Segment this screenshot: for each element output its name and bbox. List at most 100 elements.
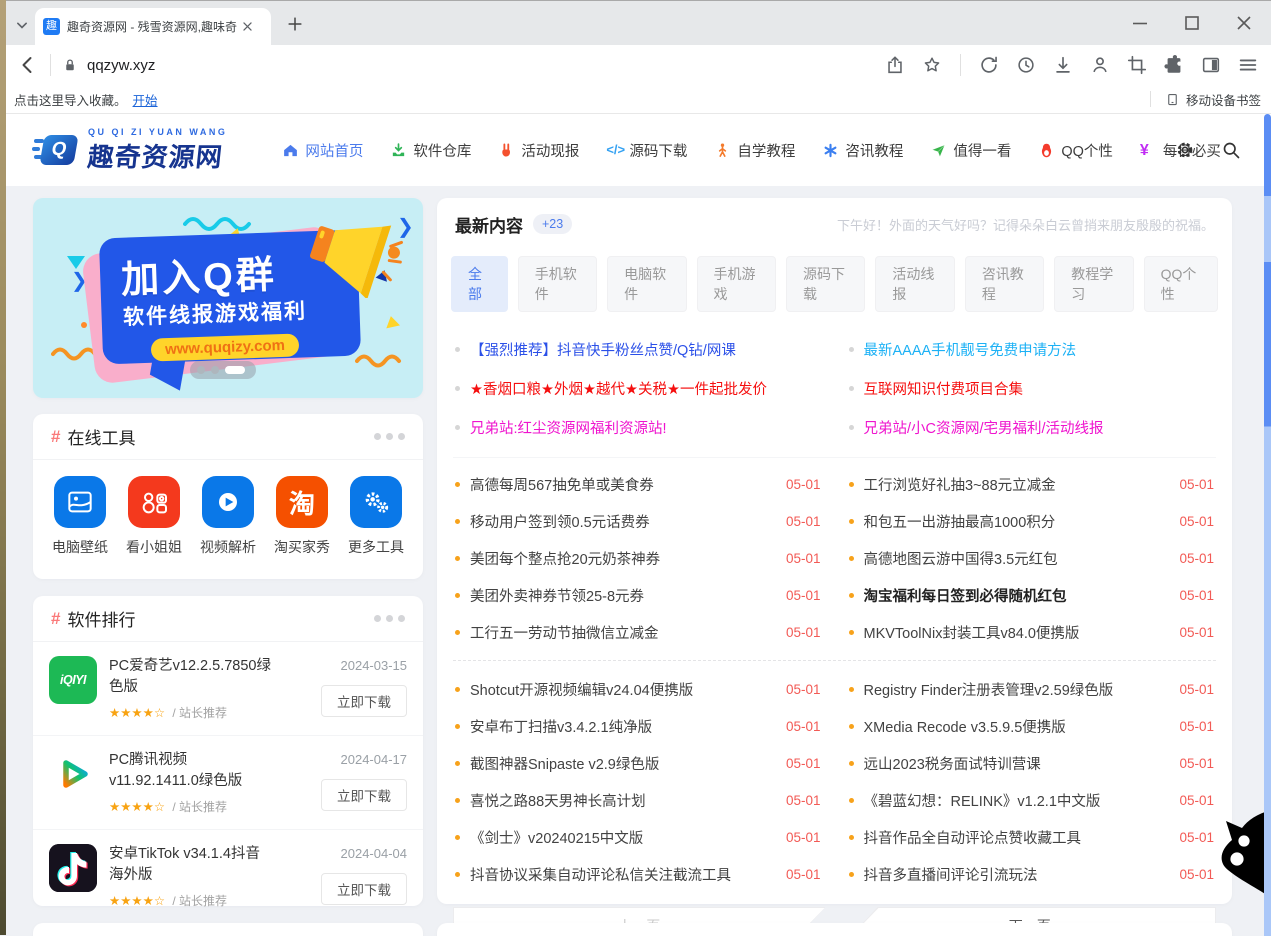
history-icon[interactable] <box>1015 54 1037 76</box>
carousel-dot-active[interactable] <box>225 366 245 374</box>
item-title: 高德地图云游中国得3.5元红包 <box>864 548 1168 569</box>
ranking-item[interactable]: iQIYIPC爱奇艺v12.2.5.7850绿色版★★★★☆ / 站长推荐202… <box>33 642 423 736</box>
list-item[interactable]: Shotcut开源视频编辑v24.04便携版05-01 <box>441 671 835 708</box>
more-dots-icon[interactable] <box>374 433 405 440</box>
notice-link[interactable]: 【强烈推荐】抖音快手粉丝点赞/Q钻/网课 <box>441 330 835 369</box>
nav-item-selfstudy[interactable]: 自学教程 <box>714 140 795 161</box>
bullet-icon <box>849 593 854 598</box>
bookmark-import-start-link[interactable]: 开始 <box>133 90 158 109</box>
share-icon[interactable] <box>884 54 906 76</box>
extensions-icon[interactable] <box>1163 54 1185 76</box>
nav-item-worthsee[interactable]: 值得一看 <box>930 140 1011 161</box>
download-now-button[interactable]: 立即下载 <box>321 685 407 717</box>
list-item[interactable]: 美团外卖神券节领25-8元券05-01 <box>441 577 835 614</box>
mobile-bookmarks[interactable]: 移动设备书签 <box>1150 90 1261 109</box>
list-item[interactable]: 远山2023税务面试特训营课05-01 <box>835 745 1229 782</box>
list-item[interactable]: 和包五一出游抽最高1000积分05-01 <box>835 503 1229 540</box>
promo-banner[interactable]: ❯ ❯ 加入Q群 软件线报游戏福利 www.quqi <box>33 198 423 398</box>
carousel-dot[interactable] <box>211 366 219 374</box>
list-item[interactable]: 安卓布丁扫描v3.4.2.1纯净版05-01 <box>441 708 835 745</box>
minimize-icon[interactable] <box>1127 10 1153 36</box>
list-item[interactable]: 抖音多直播间评论引流玩法05-01 <box>835 856 1229 893</box>
list-item[interactable]: 《剑士》v20240215中文版05-01 <box>441 819 835 856</box>
site-logo[interactable]: Q QU QI ZI YUAN WANG 趣奇资源网 <box>34 127 227 174</box>
list-item[interactable]: 淘宝福利每日签到必得随机红包05-01 <box>835 577 1229 614</box>
nav-item-source[interactable]: </>源码下载 <box>606 140 687 161</box>
megaphone-icon <box>295 206 405 298</box>
tool-moretools[interactable]: 更多工具 <box>343 476 409 557</box>
tab-close-icon[interactable] <box>239 18 256 35</box>
tab-search-chevron-icon[interactable] <box>12 15 32 35</box>
close-window-icon[interactable] <box>1231 10 1257 36</box>
list-item[interactable]: XMedia Recode v3.5.9.5便携版05-01 <box>835 708 1229 745</box>
category-tab[interactable]: 手机软件 <box>518 256 597 312</box>
toolbar-separator <box>960 54 961 76</box>
tool-videoparse[interactable]: 视频解析 <box>195 476 261 557</box>
tools-grid: 电脑壁纸看小姐姐视频解析淘淘买家秀更多工具 <box>33 460 423 557</box>
lock-icon[interactable] <box>61 56 79 74</box>
notice-link[interactable]: ★香烟口粮★外烟★越代★关税★一件起批发价 <box>441 369 835 408</box>
profile-icon[interactable] <box>1089 54 1111 76</box>
list-item[interactable]: 工行浏览好礼抽3~88元立减金05-01 <box>835 466 1229 503</box>
download-now-button[interactable]: 立即下载 <box>321 873 407 905</box>
nav-item-activity[interactable]: 活动现报 <box>498 140 579 161</box>
carousel-dot[interactable] <box>197 366 205 374</box>
list-item[interactable]: 喜悦之路88天男神长高计划05-01 <box>441 782 835 819</box>
list-item[interactable]: 《碧蓝幻想：RELINK》v1.2.1中文版05-01 <box>835 782 1229 819</box>
ranking-item[interactable]: 安卓TikTok v34.1.4抖音海外版★★★★☆ / 站长推荐2024-04… <box>33 830 423 923</box>
category-tab[interactable]: 手机游戏 <box>697 256 776 312</box>
list-item[interactable]: 抖音协议采集自动评论私信关注截流工具05-01 <box>441 856 835 893</box>
category-tab[interactable]: 电脑软件 <box>607 256 686 312</box>
list-item[interactable]: 工行五一劳动节抽微信立减金05-01 <box>441 614 835 651</box>
toolbar-actions <box>884 45 1259 85</box>
list-item[interactable]: 截图神器Snipaste v2.9绿色版05-01 <box>441 745 835 782</box>
tool-kuaishou[interactable]: 看小姐姐 <box>121 476 187 557</box>
refresh-icon[interactable] <box>978 54 1000 76</box>
notice-link[interactable]: 兄弟站/小C资源网/宅男福利/活动线报 <box>835 408 1229 447</box>
downloads-icon[interactable] <box>1052 54 1074 76</box>
next-section-card-right <box>437 923 1232 936</box>
menu-icon[interactable] <box>1237 54 1259 76</box>
category-tab[interactable]: 源码下载 <box>786 256 865 312</box>
nav-item-news[interactable]: 咨讯教程 <box>822 140 903 161</box>
nav-item-qq[interactable]: QQ个性 <box>1038 140 1113 161</box>
list-item[interactable]: MKVToolNix封装工具v84.0便携版05-01 <box>835 614 1229 651</box>
notice-link[interactable]: 最新AAAA手机靓号免费申请方法 <box>835 330 1229 369</box>
screenshot-crop-icon[interactable] <box>1126 54 1148 76</box>
category-tab[interactable]: 咨讯教程 <box>965 256 1044 312</box>
carousel-dots[interactable] <box>190 361 256 379</box>
notice-link[interactable]: 互联网知识付费项目合集 <box>835 369 1229 408</box>
url-text[interactable]: qqzyw.xyz <box>87 57 155 74</box>
list-item[interactable]: 美团每个整点抢20元奶茶神券05-01 <box>441 540 835 577</box>
list-item[interactable]: 抖音作品全自动评论点赞收藏工具05-01 <box>835 819 1229 856</box>
list-item[interactable]: 高德地图云游中国得3.5元红包05-01 <box>835 540 1229 577</box>
category-tab[interactable]: QQ个性 <box>1144 256 1218 312</box>
search-icon[interactable] <box>1221 140 1241 160</box>
item-date: 05-01 <box>786 588 821 603</box>
cat-widget-icon[interactable] <box>1213 808 1271 900</box>
maximize-icon[interactable] <box>1179 10 1205 36</box>
settings-gear-icon[interactable] <box>1175 140 1195 160</box>
back-icon[interactable] <box>16 53 40 77</box>
category-tab[interactable]: 全部 <box>451 256 508 312</box>
more-dots-icon[interactable] <box>374 615 405 622</box>
split-screen-icon[interactable] <box>1200 54 1222 76</box>
browser-tab[interactable]: 趣 趣奇资源网 - 残雪资源网,趣味奇 <box>35 8 271 45</box>
list-item[interactable]: 移动用户签到领0.5元话费券05-01 <box>441 503 835 540</box>
item-date: 05-01 <box>1179 588 1214 603</box>
ranking-item[interactable]: PC腾讯视频v11.92.1411.0绿色版★★★★☆ / 站长推荐2024-0… <box>33 736 423 830</box>
list-item[interactable]: Registry Finder注册表管理v2.59绿色版05-01 <box>835 671 1229 708</box>
page-scrollbar[interactable] <box>1264 114 1271 936</box>
nav-item-home[interactable]: 网站首页 <box>282 140 363 161</box>
new-tab-icon[interactable] <box>285 14 305 34</box>
category-tab[interactable]: 活动线报 <box>875 256 954 312</box>
category-tab[interactable]: 教程学习 <box>1054 256 1133 312</box>
tool-wallpaper[interactable]: 电脑壁纸 <box>47 476 113 557</box>
notice-link[interactable]: 兄弟站:红尘资源网福利资源站! <box>441 408 835 447</box>
list-item[interactable]: 高德每周567抽免单或美食券05-01 <box>441 466 835 503</box>
nav-item-software[interactable]: 软件仓库 <box>390 140 471 161</box>
favorite-star-icon[interactable] <box>921 54 943 76</box>
tool-taobao[interactable]: 淘淘买家秀 <box>269 476 335 557</box>
browser-titlebar: 趣 趣奇资源网 - 残雪资源网,趣味奇 <box>6 1 1271 45</box>
download-now-button[interactable]: 立即下载 <box>321 779 407 811</box>
